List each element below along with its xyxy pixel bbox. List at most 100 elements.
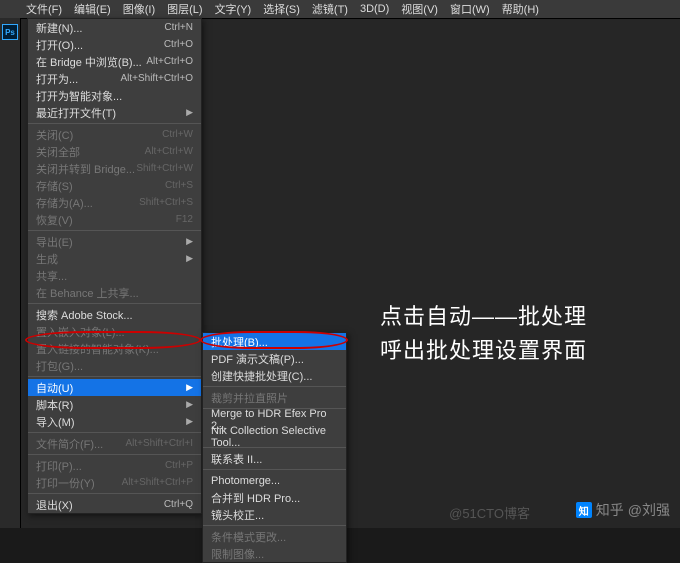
file-menu-item-label: 关闭全部 — [36, 144, 80, 160]
file-menu-item-label: 新建(N)... — [36, 20, 82, 36]
file-menu-item-shortcut: Alt+Shift+Ctrl+O — [120, 73, 193, 84]
auto-submenu-item-label: Nik Collection Selective Tool... — [211, 425, 338, 449]
auto-submenu-item-label: 镜头校正... — [211, 507, 264, 523]
file-menu-item-label: 在 Behance 上共享... — [36, 285, 139, 301]
auto-submenu-item-label: PDF 演示文稿(P)... — [211, 351, 304, 367]
file-menu-item-26[interactable]: 导入(M) ▶ — [28, 413, 201, 430]
file-menu-separator — [28, 376, 201, 377]
file-menu-item-30: 打印(P)... Ctrl+P — [28, 457, 201, 474]
menubar-item-10[interactable]: 帮助(H) — [496, 0, 545, 19]
chevron-right-icon: ▶ — [186, 399, 193, 410]
file-menu-item-shortcut: Ctrl+Q — [164, 499, 193, 510]
file-menu-item-shortcut: Ctrl+W — [162, 129, 193, 140]
menubar-item-3[interactable]: 图层(L) — [161, 0, 208, 19]
file-menu-item-label: 最近打开文件(T) — [36, 105, 116, 121]
menubar-item-2[interactable]: 图像(I) — [117, 0, 161, 19]
file-menu-separator — [28, 123, 201, 124]
file-menu-item-11: 存储为(A)... Shift+Ctrl+S — [28, 194, 201, 211]
menubar-item-4[interactable]: 文字(Y) — [209, 0, 258, 19]
auto-submenu-item-label: 合并到 HDR Pro... — [211, 490, 300, 506]
auto-submenu-item-2[interactable]: 创建快捷批处理(C)... — [203, 367, 346, 384]
file-menu-item-label: 自动(U) — [36, 380, 73, 396]
zhihu-icon: 知 — [576, 502, 592, 518]
auto-submenu-item-16: 限制图像... — [203, 545, 346, 562]
file-menu-item-17: 在 Behance 上共享... — [28, 284, 201, 301]
photoshop-icon: Ps — [2, 24, 18, 40]
file-menu-item-label: 恢复(V) — [36, 212, 73, 228]
annotation-line-2: 呼出批处理设置界面 — [380, 334, 587, 368]
menubar-item-5[interactable]: 选择(S) — [257, 0, 306, 19]
file-menu-item-label: 打开(O)... — [36, 37, 83, 53]
auto-submenu-item-4: 裁剪并拉直照片 — [203, 389, 346, 406]
auto-submenu-item-11[interactable]: Photomerge... — [203, 472, 346, 489]
auto-submenu-item-label: 联系表 II... — [211, 451, 262, 467]
file-menu-item-2[interactable]: 在 Bridge 中浏览(B)...Alt+Ctrl+O — [28, 53, 201, 70]
auto-submenu-item-label: 条件模式更改... — [211, 529, 286, 545]
auto-submenu-separator — [203, 525, 346, 526]
auto-submenu-item-1[interactable]: PDF 演示文稿(P)... — [203, 350, 346, 367]
auto-submenu-item-label: 批处理(B)... — [211, 334, 268, 350]
file-menu-item-25[interactable]: 脚本(R) ▶ — [28, 396, 201, 413]
file-menu-item-1[interactable]: 打开(O)... Ctrl+O — [28, 36, 201, 53]
file-menu-item-22: 打包(G)... — [28, 357, 201, 374]
chevron-right-icon: ▶ — [186, 382, 193, 393]
file-menu-item-shortcut: Shift+Ctrl+S — [139, 197, 193, 208]
file-menu-item-shortcut: Ctrl+P — [165, 460, 193, 471]
auto-submenu-item-12[interactable]: 合并到 HDR Pro... — [203, 489, 346, 506]
file-menu-item-7: 关闭(C)Ctrl+W — [28, 126, 201, 143]
file-menu-item-15: 生成▶ — [28, 250, 201, 267]
watermark-cto: @51CTO博客 — [449, 503, 530, 522]
file-menu-item-shortcut: Shift+Ctrl+W — [136, 163, 193, 174]
auto-submenu-dropdown: 批处理(B)...PDF 演示文稿(P)...创建快捷批处理(C)... 裁剪并拉… — [202, 332, 347, 563]
file-menu-item-shortcut: Alt+Shift+Ctrl+I — [125, 438, 193, 449]
file-menu-item-shortcut: Alt+Ctrl+W — [145, 146, 193, 157]
file-menu-item-label: 关闭并转到 Bridge... — [36, 161, 135, 177]
file-menu-item-label: 打印(P)... — [36, 458, 82, 474]
file-menu-item-label: 导入(M) — [36, 414, 75, 430]
menubar-item-0[interactable]: 文件(F) — [20, 0, 68, 19]
auto-submenu-item-13[interactable]: 镜头校正... — [203, 506, 346, 523]
file-menu-item-shortcut: Ctrl+S — [165, 180, 193, 191]
auto-submenu-item-9[interactable]: 联系表 II... — [203, 450, 346, 467]
auto-submenu-item-7[interactable]: Nik Collection Selective Tool... — [203, 428, 346, 445]
watermark-zhihu: 知 知乎 @刘强 — [576, 500, 670, 520]
chevron-right-icon: ▶ — [186, 416, 193, 427]
file-menu-item-33[interactable]: 退出(X)Ctrl+Q — [28, 496, 201, 513]
watermark-author: @刘强 — [628, 500, 670, 520]
auto-submenu-item-label: 裁剪并拉直照片 — [211, 390, 288, 406]
file-menu-item-label: 搜索 Adobe Stock... — [36, 307, 133, 323]
menubar-item-9[interactable]: 窗口(W) — [444, 0, 496, 19]
menubar-item-6[interactable]: 滤镜(T) — [306, 0, 354, 19]
menubar-item-1[interactable]: 编辑(E) — [68, 0, 117, 19]
file-menu-item-19[interactable]: 搜索 Adobe Stock... — [28, 306, 201, 323]
file-menu-separator — [28, 303, 201, 304]
file-menu-item-9: 关闭并转到 Bridge...Shift+Ctrl+W — [28, 160, 201, 177]
file-menu-item-label: 脚本(R) — [36, 397, 73, 413]
file-menu-item-label: 存储为(A)... — [36, 195, 93, 211]
file-menu-item-3[interactable]: 打开为... Alt+Shift+Ctrl+O — [28, 70, 201, 87]
file-menu-item-label: 生成 — [36, 251, 58, 267]
auto-submenu-item-0[interactable]: 批处理(B)... — [203, 333, 346, 350]
file-menu-item-shortcut: Ctrl+O — [164, 39, 193, 50]
file-menu-item-shortcut: Alt+Shift+Ctrl+P — [122, 477, 193, 488]
file-menu-separator — [28, 454, 201, 455]
file-menu-item-8: 关闭全部 Alt+Ctrl+W — [28, 143, 201, 160]
menubar-item-8[interactable]: 视图(V) — [395, 0, 444, 19]
menubar-item-7[interactable]: 3D(D) — [354, 1, 395, 17]
auto-submenu-separator — [203, 386, 346, 387]
file-menu-item-label: 共享... — [36, 268, 67, 284]
file-menu-item-31: 打印一份(Y)Alt+Shift+Ctrl+P — [28, 474, 201, 491]
file-menu-item-4[interactable]: 打开为智能对象... — [28, 87, 201, 104]
file-menu-item-5[interactable]: 最近打开文件(T) ▶ — [28, 104, 201, 121]
file-menu-item-0[interactable]: 新建(N)... Ctrl+N — [28, 19, 201, 36]
file-menu-item-16: 共享... — [28, 267, 201, 284]
file-menu-separator — [28, 493, 201, 494]
file-menu-item-shortcut: Ctrl+N — [164, 22, 193, 33]
file-menu-item-label: 在 Bridge 中浏览(B)... — [36, 54, 142, 70]
chevron-right-icon: ▶ — [186, 236, 193, 247]
file-menu-dropdown: 新建(N)... Ctrl+N 打开(O)... Ctrl+O 在 Bridge 中浏览… — [27, 18, 202, 514]
chevron-right-icon: ▶ — [186, 107, 193, 118]
file-menu-item-label: 置入嵌入对象(L)... — [36, 324, 125, 340]
file-menu-item-24[interactable]: 自动(U) ▶ — [28, 379, 201, 396]
file-menu-item-label: 打开为... — [36, 71, 78, 87]
